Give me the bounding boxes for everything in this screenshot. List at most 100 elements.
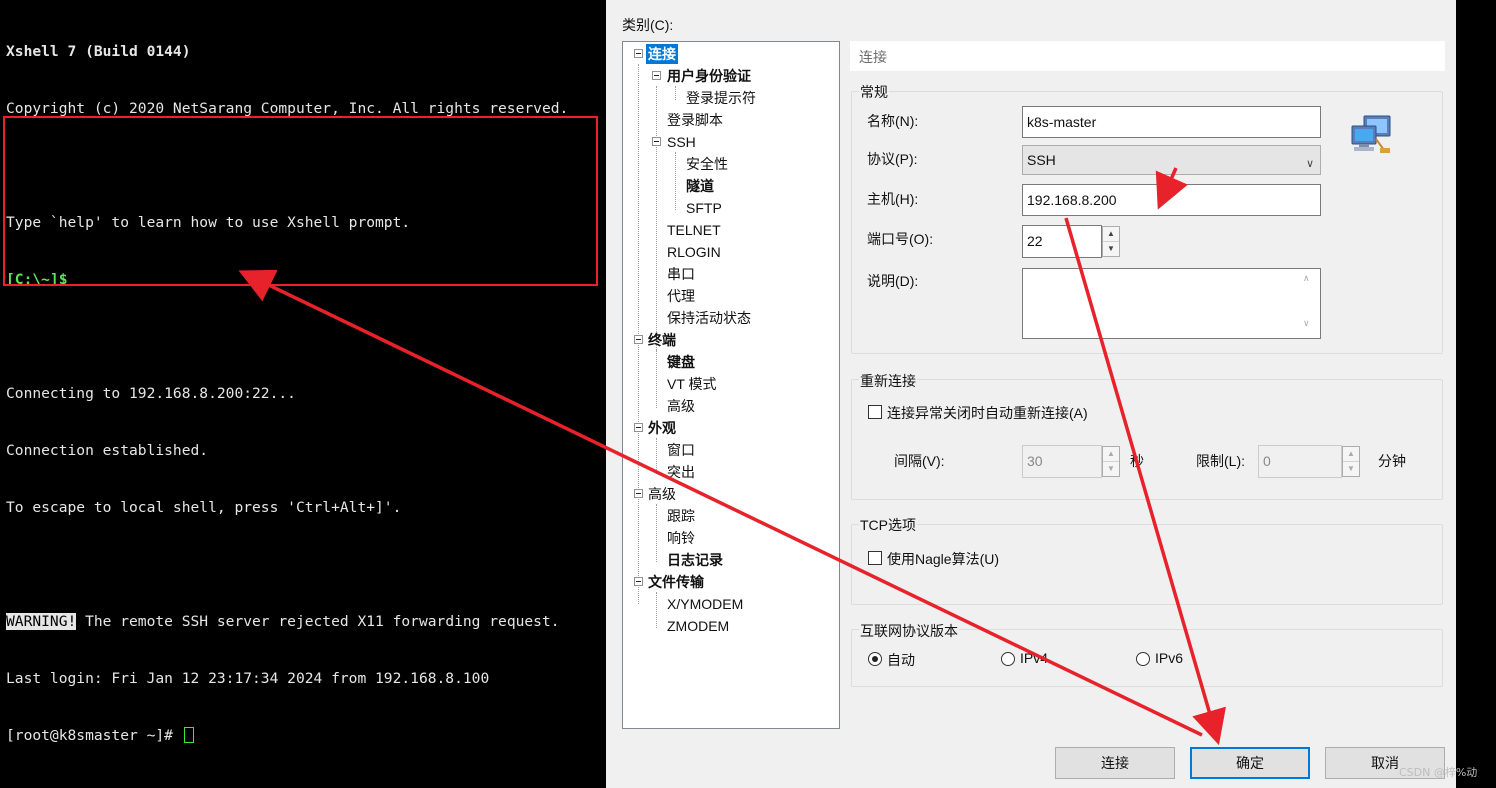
auto-reconnect-checkbox[interactable]	[868, 405, 882, 419]
tree-connector	[675, 152, 676, 210]
terminal-line: Xshell 7 (Build 0144)	[6, 43, 191, 60]
tree-item-keepalive[interactable]: 保持活动状态	[665, 308, 753, 328]
collapse-icon[interactable]	[634, 577, 643, 586]
connect-button[interactable]: 连接	[1055, 747, 1175, 779]
collapse-icon[interactable]	[634, 49, 643, 58]
tree-item-highlight[interactable]: 突出	[665, 462, 697, 482]
tree-item-keyboard[interactable]: 键盘	[665, 352, 697, 372]
tree-item-auth[interactable]: 用户身份验证	[665, 66, 753, 86]
host-input[interactable]: 192.168.8.200	[1022, 184, 1321, 216]
chevron-down-icon: ∨	[1305, 158, 1314, 170]
spin-down-icon[interactable]: ▼	[1103, 242, 1119, 257]
warning-line: WARNING! The remote SSH server rejected …	[6, 612, 606, 631]
auto-reconnect-label[interactable]: 连接异常关闭时自动重新连接(A)	[887, 403, 1088, 423]
tree-item-logging[interactable]: 日志记录	[665, 550, 725, 570]
tree-item-xymodem[interactable]: X/YMODEM	[665, 594, 745, 614]
tree-item-zmodem[interactable]: ZMODEM	[665, 616, 731, 636]
tree-item-tunnel[interactable]: 隧道	[684, 176, 716, 196]
port-input[interactable]: 22	[1022, 225, 1102, 258]
tree-item-advanced[interactable]: 高级	[646, 484, 678, 504]
description-label: 说明(D):	[867, 273, 919, 289]
shell-prompt: [root@k8smaster ~]#	[6, 727, 182, 744]
limit-unit: 分钟	[1378, 453, 1406, 469]
collapse-icon[interactable]	[652, 71, 661, 80]
interval-spinner[interactable]: ▲ ▼	[1102, 446, 1120, 477]
tree-item-serial[interactable]: 串口	[665, 264, 697, 284]
tree-item-appearance[interactable]: 外观	[646, 418, 678, 438]
terminal-line: Connection established.	[6, 442, 209, 459]
collapse-icon[interactable]	[652, 137, 661, 146]
port-label: 端口号(O):	[867, 231, 934, 247]
text-cursor	[183, 727, 194, 743]
terminal-line: Type `help' to learn how to use Xshell p…	[6, 214, 411, 231]
ipv6-radio[interactable]	[1136, 652, 1150, 666]
tree-connector	[656, 504, 657, 562]
tree-item-window[interactable]: 窗口	[665, 440, 697, 460]
scroll-down-icon[interactable]: ∨	[1303, 318, 1310, 329]
spin-up-icon[interactable]: ▲	[1343, 447, 1359, 462]
tcp-group-title: TCP选项	[859, 515, 917, 535]
tree-item-vt-mode[interactable]: VT 模式	[665, 374, 719, 394]
nagle-checkbox[interactable]	[868, 551, 882, 565]
tree-item-trace[interactable]: 跟踪	[665, 506, 697, 526]
shell-prompt-line[interactable]: [root@k8smaster ~]#	[6, 726, 606, 745]
interval-unit: 秒	[1130, 453, 1144, 469]
tree-item-file-transfer[interactable]: 文件传输	[646, 572, 706, 592]
ok-button[interactable]: 确定	[1190, 747, 1310, 779]
session-properties-dialog: 类别(C): 连接 用户身份验证 登录提示符 登录脚本 SSH 安全性 隧道 S…	[606, 0, 1456, 788]
last-login-line: Last login: Fri Jan 12 23:17:34 2024 fro…	[6, 670, 490, 687]
limit-spinner[interactable]: ▲ ▼	[1342, 446, 1360, 477]
ipv4-label[interactable]: IPv4	[1020, 650, 1048, 666]
tree-item-connection[interactable]: 连接	[646, 44, 678, 64]
scroll-up-icon[interactable]: ∧	[1303, 273, 1310, 284]
tree-item-login-script[interactable]: 登录脚本	[665, 110, 725, 130]
protocol-select[interactable]: SSH ∨	[1022, 145, 1321, 175]
tree-connector	[656, 438, 657, 474]
spin-up-icon[interactable]: ▲	[1103, 227, 1119, 242]
spin-up-icon[interactable]: ▲	[1103, 447, 1119, 462]
terminal-line: Copyright (c) 2020 NetSarang Computer, I…	[6, 100, 569, 117]
reconnect-group	[851, 379, 1443, 500]
port-spinner[interactable]: ▲ ▼	[1102, 226, 1120, 257]
tree-item-terminal[interactable]: 终端	[646, 330, 678, 350]
tree-item-proxy[interactable]: 代理	[665, 286, 697, 306]
protocol-select-value: SSH	[1027, 152, 1056, 168]
tree-connector	[656, 350, 657, 408]
tree-connector	[638, 64, 639, 604]
collapse-icon[interactable]	[634, 335, 643, 344]
tree-item-sftp[interactable]: SFTP	[684, 198, 724, 218]
tree-item-security[interactable]: 安全性	[684, 154, 730, 174]
tree-connector	[656, 592, 657, 628]
limit-input[interactable]: 0	[1258, 445, 1342, 478]
background-edge	[1456, 0, 1496, 788]
host-label: 主机(H):	[867, 191, 919, 207]
spin-down-icon[interactable]: ▼	[1103, 462, 1119, 477]
nagle-label[interactable]: 使用Nagle算法(U)	[887, 549, 999, 569]
spin-down-icon[interactable]: ▼	[1343, 462, 1359, 477]
local-prompt: [C:\~]$	[6, 271, 68, 288]
ipv4-radio[interactable]	[1001, 652, 1015, 666]
terminal-line: Connecting to 192.168.8.200:22...	[6, 385, 296, 402]
name-label: 名称(N):	[867, 113, 919, 129]
interval-label: 间隔(V):	[894, 453, 945, 469]
collapse-icon[interactable]	[634, 423, 643, 432]
ip-auto-label[interactable]: 自动	[887, 650, 915, 670]
collapse-icon[interactable]	[634, 489, 643, 498]
tree-item-telnet[interactable]: TELNET	[665, 220, 723, 240]
terminal-window[interactable]: Xshell 7 (Build 0144) Copyright (c) 2020…	[0, 0, 606, 788]
ipv6-label[interactable]: IPv6	[1155, 650, 1183, 666]
ip-auto-radio[interactable]	[868, 652, 882, 666]
name-input[interactable]: k8s-master	[1022, 106, 1321, 138]
tree-item-ssh[interactable]: SSH	[665, 132, 698, 152]
limit-label: 限制(L):	[1196, 453, 1245, 469]
ip-version-group-title: 互联网协议版本	[859, 621, 959, 641]
tree-item-rlogin[interactable]: RLOGIN	[665, 242, 723, 262]
description-textarea[interactable]	[1022, 268, 1321, 339]
tree-item-bell[interactable]: 响铃	[665, 528, 697, 548]
tree-item-login-prompt[interactable]: 登录提示符	[684, 88, 758, 108]
category-tree[interactable]: 连接 用户身份验证 登录提示符 登录脚本 SSH 安全性 隧道 SFTP TEL…	[622, 41, 840, 729]
interval-input[interactable]: 30	[1022, 445, 1102, 478]
tree-item-terminal-advanced[interactable]: 高级	[665, 396, 697, 416]
